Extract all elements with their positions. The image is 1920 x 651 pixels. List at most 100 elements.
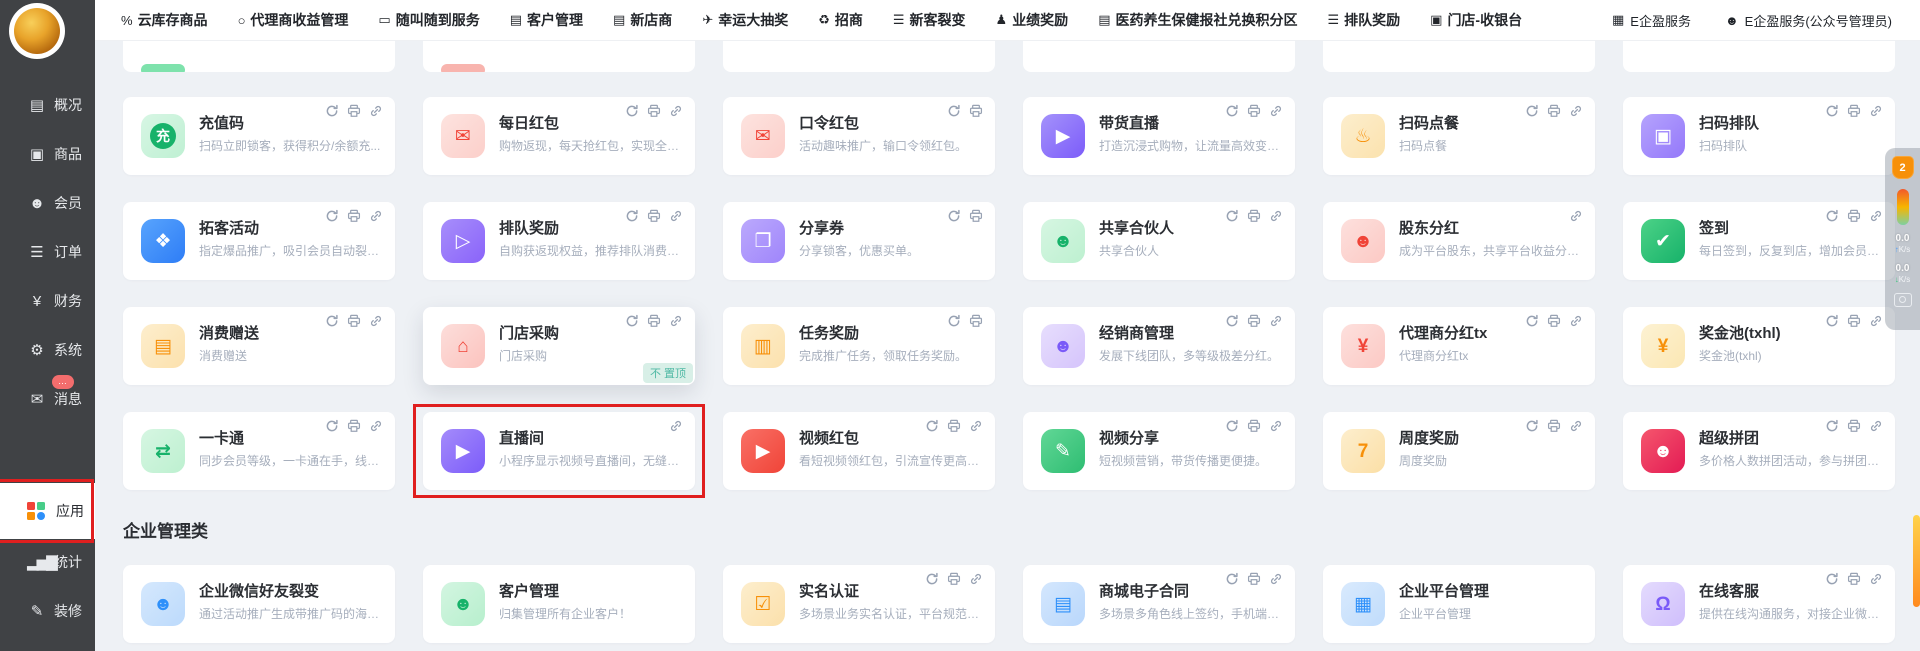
link-icon[interactable] (669, 419, 683, 433)
app-card[interactable]: ☻ 企业微信好友裂变 通过活动推广生成带推广码的海报... (123, 565, 395, 643)
print-icon[interactable] (1847, 419, 1861, 433)
top-nav-item[interactable]: ♻ 招商 (818, 10, 863, 30)
print-icon[interactable] (1247, 572, 1261, 586)
app-card[interactable]: ▶ 带货直播 打造沉浸式购物，让流量高效变现。 (1023, 97, 1295, 175)
refresh-icon[interactable] (947, 104, 961, 118)
refresh-icon[interactable] (1525, 419, 1539, 433)
refresh-icon[interactable] (1825, 572, 1839, 586)
refresh-icon[interactable] (1525, 104, 1539, 118)
print-icon[interactable] (1847, 209, 1861, 223)
print-icon[interactable] (1847, 572, 1861, 586)
refresh-icon[interactable] (1825, 314, 1839, 328)
link-icon[interactable] (1269, 209, 1283, 223)
app-card[interactable]: ✎ 视频分享 短视频营销，带货传播更便捷。 (1023, 412, 1295, 490)
link-icon[interactable] (1569, 419, 1583, 433)
sidebar-item-商品[interactable]: ▣ 商品 (0, 137, 95, 171)
link-icon[interactable] (1869, 419, 1883, 433)
link-icon[interactable] (1269, 314, 1283, 328)
partial-card[interactable] (423, 40, 695, 72)
refresh-icon[interactable] (1225, 572, 1239, 586)
print-icon[interactable] (647, 104, 661, 118)
app-card[interactable]: ❖ 拓客活动 指定爆品推广，吸引会员自动裂变。 (123, 202, 395, 280)
sidebar-item-订单[interactable]: ☰ 订单 (0, 235, 95, 269)
link-icon[interactable] (1869, 104, 1883, 118)
link-icon[interactable] (1269, 419, 1283, 433)
print-icon[interactable] (1547, 104, 1561, 118)
print-icon[interactable] (969, 209, 983, 223)
sidebar-item-会员[interactable]: ☻ 会员 (0, 186, 95, 220)
app-card[interactable]: ☻ 共享合伙人 共享合伙人 (1023, 202, 1295, 280)
sidebar-item-系统[interactable]: ⚙ 系统 (0, 333, 95, 367)
top-nav-item[interactable]: ♟ 业绩奖励 (996, 10, 1069, 30)
app-card[interactable]: ▤ 商城电子合同 多场景多角色线上签约，手机端查... (1023, 565, 1295, 643)
top-nav-item[interactable]: ▤ 新店商 (613, 10, 672, 30)
link-icon[interactable] (669, 314, 683, 328)
account-menu-item[interactable]: ☻ E企盈服务(公众号管理员) (1725, 11, 1892, 30)
link-icon[interactable] (1569, 104, 1583, 118)
link-icon[interactable] (669, 104, 683, 118)
link-icon[interactable] (1869, 314, 1883, 328)
refresh-icon[interactable] (1825, 419, 1839, 433)
app-card[interactable]: ▶ 视频红包 看短视频领红包，引流宣传更高效。 (723, 412, 995, 490)
app-card[interactable]: ▤ 消费赠送 消费赠送 (123, 307, 395, 385)
security-shield-icon[interactable]: 2 (1891, 156, 1914, 179)
account-menu-item[interactable]: ▦ E企盈服务 (1612, 11, 1691, 30)
net-speed-widget[interactable]: 2 0.0 ↑K/s 0.0 ↓K/s (1885, 148, 1920, 330)
partial-card[interactable] (1023, 40, 1295, 72)
print-icon[interactable] (947, 419, 961, 433)
app-card[interactable]: Ω 在线客服 提供在线沟通服务，对接企业微信... (1623, 565, 1895, 643)
sidebar-item-财务[interactable]: ¥ 财务 (0, 284, 95, 318)
refresh-icon[interactable] (625, 209, 639, 223)
partial-card[interactable] (723, 40, 995, 72)
sidebar-item-消息[interactable]: ✉ 消息… (0, 375, 95, 416)
partial-card[interactable] (123, 40, 395, 72)
refresh-icon[interactable] (947, 314, 961, 328)
app-card[interactable]: 7 周度奖励 周度奖励 (1323, 412, 1595, 490)
refresh-icon[interactable] (1225, 104, 1239, 118)
app-card[interactable]: ⌂ 门店采购 门店采购 不 置顶 (423, 307, 695, 385)
top-nav-item[interactable]: ▤ 医药养生保健报社兑换积分区 (1098, 10, 1297, 30)
refresh-icon[interactable] (625, 314, 639, 328)
print-icon[interactable] (1247, 104, 1261, 118)
print-icon[interactable] (1247, 314, 1261, 328)
app-card[interactable]: ☻ 超级拼团 多价格人数拼团活动，参与拼团优... (1623, 412, 1895, 490)
link-icon[interactable] (1569, 209, 1583, 223)
refresh-icon[interactable] (947, 209, 961, 223)
app-card[interactable]: ☻ 股东分红 成为平台股东，共享平台收益分红。 (1323, 202, 1595, 280)
screenshot-camera-icon[interactable] (1893, 293, 1912, 307)
link-icon[interactable] (1269, 104, 1283, 118)
print-icon[interactable] (1547, 314, 1561, 328)
sidebar-item-应用[interactable]: 应用 (0, 479, 95, 543)
sidebar-item-概况[interactable]: ▤ 概况 (0, 88, 95, 122)
link-icon[interactable] (369, 419, 383, 433)
refresh-icon[interactable] (1225, 209, 1239, 223)
app-card[interactable]: 充 充值码 扫码立即锁客，获得积分/余额充... (123, 97, 395, 175)
app-card[interactable]: ▷ 排队奖励 自购获返现权益，推荐排队消费获... (423, 202, 695, 280)
refresh-icon[interactable] (325, 419, 339, 433)
app-card[interactable]: ▥ 任务奖励 完成推广任务，领取任务奖励。 (723, 307, 995, 385)
print-icon[interactable] (1847, 314, 1861, 328)
print-icon[interactable] (1247, 419, 1261, 433)
top-nav-item[interactable]: ☰ 新客裂变 (893, 10, 966, 30)
link-icon[interactable] (669, 209, 683, 223)
link-icon[interactable] (1869, 209, 1883, 223)
print-icon[interactable] (969, 104, 983, 118)
print-icon[interactable] (647, 209, 661, 223)
app-card[interactable]: ♨ 扫码点餐 扫码点餐 (1323, 97, 1595, 175)
link-icon[interactable] (369, 314, 383, 328)
top-nav-item[interactable]: ☰ 排队奖励 (1327, 10, 1400, 30)
print-icon[interactable] (347, 419, 361, 433)
refresh-icon[interactable] (325, 104, 339, 118)
refresh-icon[interactable] (325, 209, 339, 223)
app-card[interactable]: ¥ 奖金池(txhl) 奖金池(txhl) (1623, 307, 1895, 385)
app-card[interactable]: ¥ 代理商分红tx 代理商分红tx (1323, 307, 1595, 385)
print-icon[interactable] (647, 314, 661, 328)
print-icon[interactable] (969, 314, 983, 328)
print-icon[interactable] (1247, 209, 1261, 223)
app-card[interactable]: ☻ 客户管理 归集管理所有企业客户！ (423, 565, 695, 643)
print-icon[interactable] (1547, 419, 1561, 433)
partial-card[interactable] (1323, 40, 1595, 72)
refresh-icon[interactable] (625, 104, 639, 118)
app-card[interactable]: ❐ 分享券 分享锁客，优惠买单。 (723, 202, 995, 280)
sidebar-item-装修[interactable]: ✎ 装修 (0, 594, 95, 628)
